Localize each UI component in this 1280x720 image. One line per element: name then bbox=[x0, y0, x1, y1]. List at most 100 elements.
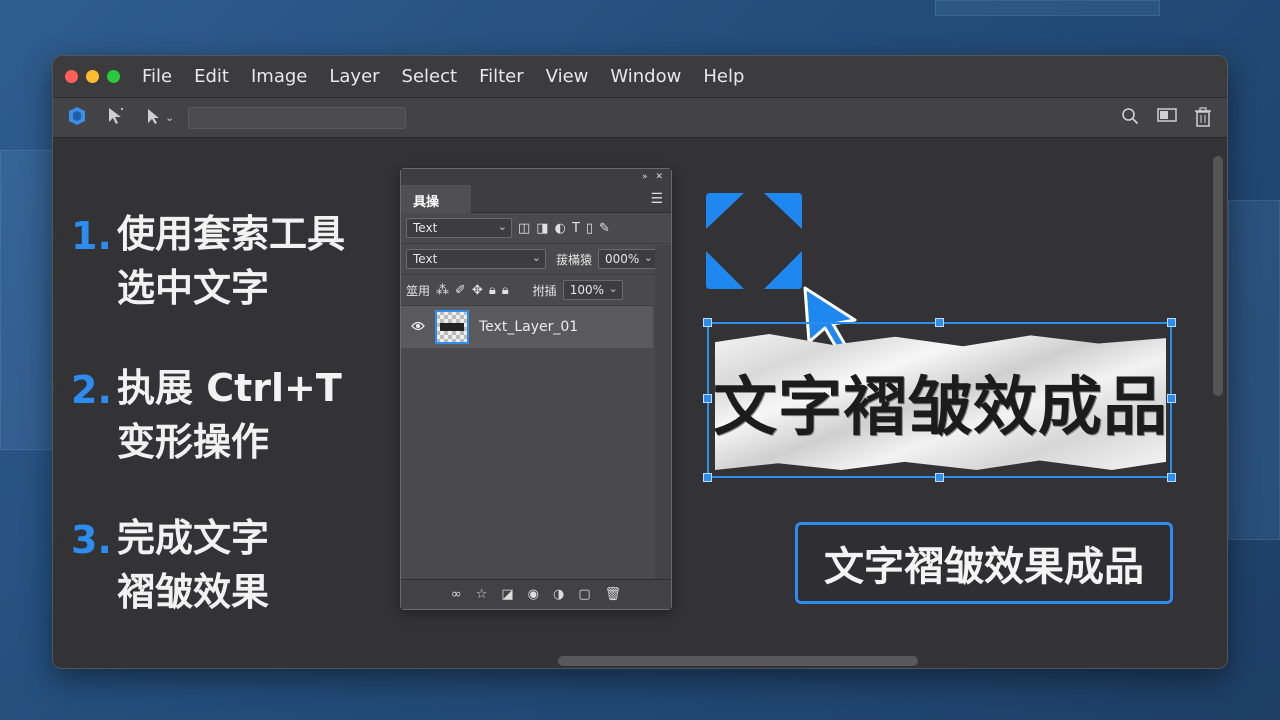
fill-value: 100% bbox=[569, 283, 604, 297]
filter-pixel-icon[interactable]: ◫ bbox=[518, 221, 530, 236]
fill-label: 拊插 bbox=[532, 283, 557, 298]
menu-help[interactable]: Help bbox=[703, 66, 744, 87]
maximize-window-button[interactable] bbox=[107, 70, 120, 83]
transform-handle[interactable] bbox=[703, 318, 712, 327]
tool-options-field[interactable] bbox=[188, 106, 407, 129]
menubar: File Edit Image Layer Select Filter View… bbox=[53, 56, 1227, 98]
panel-tabs: 具操 ☰ bbox=[401, 185, 671, 213]
transform-handle[interactable] bbox=[703, 473, 712, 482]
search-icon[interactable] bbox=[1121, 107, 1139, 132]
bg-decoration bbox=[1228, 200, 1280, 540]
chevron-down-icon: ⌄ bbox=[531, 251, 541, 264]
transform-expand-icon bbox=[706, 193, 802, 289]
menu-file[interactable]: File bbox=[142, 66, 172, 87]
workspace-canvas[interactable]: 1. 使用套索工具 选中文字 2. 执展 Ctrl+T 变形操作 3. 完成文字… bbox=[53, 138, 1227, 668]
bg-decoration bbox=[935, 0, 1160, 16]
fill-field[interactable]: 100% ⌄ bbox=[562, 280, 623, 300]
chevron-down-icon[interactable]: ⌄ bbox=[165, 111, 174, 124]
paper-text: 文字褶皱效成品 bbox=[713, 371, 1168, 445]
result-label-box: 文字褶皱效果成品 bbox=[795, 522, 1173, 604]
select-tool-icon[interactable] bbox=[145, 107, 161, 129]
result-text: 文字褶皱效果成品 bbox=[824, 544, 1144, 590]
panel-row-filter: Text ⌄ ◫ ◨ ◐ T ▯ ✎ bbox=[401, 213, 671, 244]
adjustment-layer-icon[interactable]: ◉ bbox=[528, 587, 539, 602]
eye-icon[interactable] bbox=[411, 320, 425, 335]
layer-row[interactable]: Text_Layer_01 bbox=[401, 306, 653, 348]
transform-handle[interactable] bbox=[1167, 318, 1176, 327]
toolbar: ⌄ bbox=[53, 98, 1227, 138]
layer-name[interactable]: Text_Layer_01 bbox=[479, 319, 578, 335]
filter-kind-select[interactable]: Text ⌄ bbox=[406, 218, 512, 238]
blend-mode-value: Text bbox=[413, 252, 438, 266]
move-tool-icon[interactable] bbox=[105, 106, 127, 130]
step-text-line1: 执展 Ctrl+T bbox=[117, 366, 342, 410]
chevron-down-icon: ⌄ bbox=[608, 282, 618, 295]
opacity-label: 菝樠猿 bbox=[556, 252, 593, 267]
panel-titlebar: » ✕ bbox=[401, 169, 671, 185]
lock-icon[interactable]: 🔒︎ bbox=[489, 283, 496, 298]
step-number: 3. bbox=[71, 518, 112, 562]
link-layers-icon[interactable]: ∞ bbox=[451, 587, 462, 602]
bg-decoration bbox=[0, 150, 60, 450]
transform-handle[interactable] bbox=[703, 394, 712, 403]
menu-edit[interactable]: Edit bbox=[194, 66, 229, 87]
menu-filter[interactable]: Filter bbox=[479, 66, 524, 87]
menu-layer[interactable]: Layer bbox=[329, 66, 379, 87]
filter-type-icon[interactable]: T bbox=[572, 221, 580, 236]
menu-select[interactable]: Select bbox=[402, 66, 458, 87]
lock-move-icon[interactable]: ✥ bbox=[472, 283, 483, 298]
lock-transparent-icon[interactable]: ⁂ bbox=[436, 283, 449, 298]
trash-icon[interactable] bbox=[1195, 107, 1211, 132]
lock-all-icon[interactable]: 🔒︎ bbox=[502, 283, 509, 298]
filter-shape-icon[interactable]: ▯ bbox=[586, 221, 593, 236]
new-layer-icon[interactable]: ▢ bbox=[578, 587, 590, 602]
opacity-value: 000% bbox=[605, 252, 640, 266]
filter-contrast-icon[interactable]: ◐ bbox=[555, 221, 566, 236]
step-text-line2: 变形操作 bbox=[117, 420, 270, 464]
collapse-panel-icon[interactable]: » bbox=[642, 172, 648, 182]
layer-style-icon[interactable]: ☆ bbox=[476, 587, 488, 602]
transform-handle[interactable] bbox=[1167, 394, 1176, 403]
horizontal-scrollbar[interactable] bbox=[558, 656, 918, 666]
opacity-field[interactable]: 000% ⌄ bbox=[598, 249, 659, 269]
close-panel-icon[interactable]: ✕ bbox=[655, 172, 663, 182]
layout-icon[interactable] bbox=[1157, 107, 1177, 132]
chevron-down-icon: ⌄ bbox=[643, 251, 654, 264]
toolbar-right bbox=[1121, 107, 1211, 132]
layer-thumbnail bbox=[435, 310, 469, 344]
group-layer-icon[interactable]: ◑ bbox=[553, 587, 564, 602]
layer-mask-icon[interactable]: ◪ bbox=[501, 587, 513, 602]
panel-scrollbar[interactable] bbox=[655, 245, 671, 579]
menu-image[interactable]: Image bbox=[251, 66, 307, 87]
chevron-down-icon: ⌄ bbox=[497, 220, 507, 233]
panel-tab-active[interactable]: 具操 bbox=[401, 185, 471, 213]
panel-footer: ∞ ☆ ◪ ◉ ◑ ▢ 🗑︎ bbox=[401, 579, 671, 609]
transform-selection-box[interactable]: 文字褶皱效成品 bbox=[703, 318, 1176, 482]
vertical-scrollbar[interactable] bbox=[1213, 156, 1223, 396]
lock-brush-icon[interactable]: ✐ bbox=[455, 283, 466, 298]
delete-layer-icon[interactable]: 🗑︎ bbox=[605, 587, 622, 602]
app-window: File Edit Image Layer Select Filter View… bbox=[52, 55, 1228, 669]
filter-kind-value: Text bbox=[413, 221, 438, 235]
blend-mode-select[interactable]: Text ⌄ bbox=[406, 249, 546, 269]
menu-view[interactable]: View bbox=[546, 66, 589, 87]
panel-row-blend: Text ⌄ 菝樠猿 000% ⌄ bbox=[401, 244, 671, 275]
step-number: 1. bbox=[71, 214, 112, 258]
layers-panel: » ✕ 具操 ☰ Text ⌄ ◫ ◨ ◐ T ▯ ✎ Text ⌄ 菝樠猿 0… bbox=[400, 168, 672, 610]
menu-window[interactable]: Window bbox=[610, 66, 681, 87]
filter-brush-icon[interactable]: ✎ bbox=[599, 221, 610, 236]
close-window-button[interactable] bbox=[65, 70, 78, 83]
step-number: 2. bbox=[71, 368, 112, 412]
filter-adjust-icon[interactable]: ◨ bbox=[536, 221, 548, 236]
minimize-window-button[interactable] bbox=[86, 70, 99, 83]
step-text-line2: 选中文字 bbox=[117, 266, 270, 310]
step-text-line2: 褶皱效果 bbox=[117, 570, 270, 614]
panel-row-lock: 筮用 ⁂ ✐ ✥ 🔒︎ 🔒︎ 拊插 100% ⌄ bbox=[401, 275, 671, 306]
transform-handle[interactable] bbox=[935, 473, 944, 482]
transform-handle[interactable] bbox=[935, 318, 944, 327]
panel-menu-icon[interactable]: ☰ bbox=[650, 191, 663, 207]
app-logo-icon[interactable] bbox=[67, 106, 87, 130]
step-text-line1: 完成文字 bbox=[117, 516, 270, 560]
step-text-line1: 使用套索工具 bbox=[117, 212, 346, 256]
transform-handle[interactable] bbox=[1167, 473, 1176, 482]
